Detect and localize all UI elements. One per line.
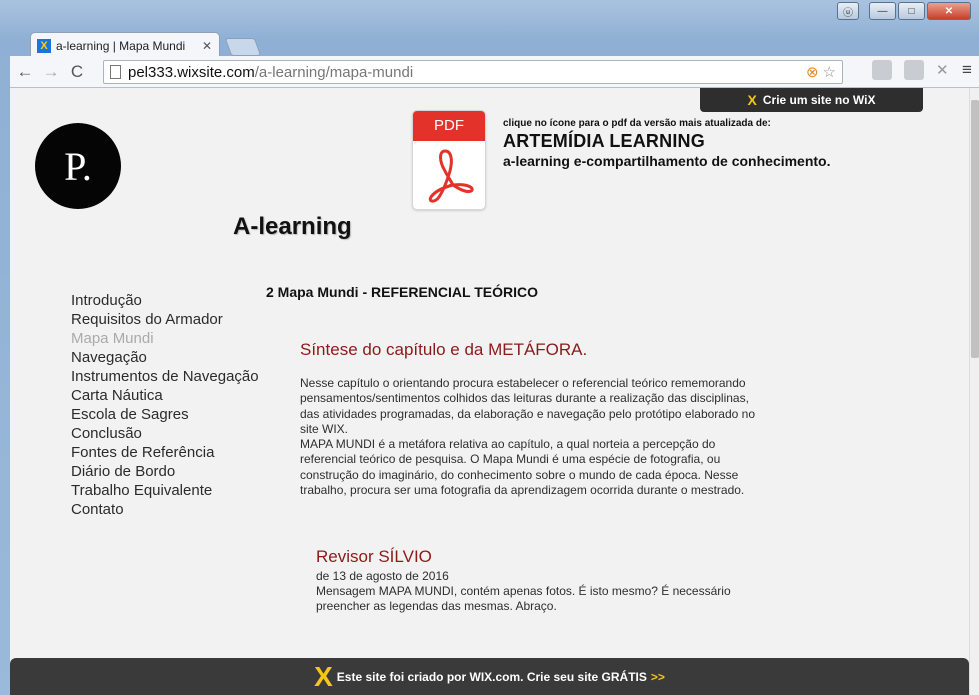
pdf-download-icon[interactable]: PDF — [412, 110, 486, 210]
url-host: pel333.wixsite.com — [128, 63, 255, 81]
url-path: /a-learning/mapa-mundi — [254, 63, 414, 81]
site-logo[interactable]: P. — [35, 123, 121, 209]
nav-item-fontes[interactable]: Fontes de Referência — [71, 443, 259, 462]
back-button[interactable]: ← — [14, 61, 36, 83]
wix-x-icon: X — [747, 92, 757, 108]
body-line: pensamentos/sentimentos colhidos das lei… — [300, 391, 749, 406]
page-scrollbar[interactable] — [969, 88, 979, 695]
body-paragraph: Nesse capítulo o orientando procura esta… — [300, 376, 832, 498]
address-bar[interactable]: pel333.wixsite.com/a-learning/mapa-mundi… — [103, 60, 843, 84]
nav-item-contato[interactable]: Contato — [71, 500, 259, 519]
brand-title: ARTEMÍDIA LEARNING — [503, 131, 705, 151]
tab-close-icon[interactable]: ✕ — [201, 39, 213, 53]
wix-create-site-badge[interactable]: X Crie um site no WiX — [700, 88, 923, 112]
browser-toolbar: ← → C pel333.wixsite.com/a-learning/mapa… — [10, 56, 979, 88]
tab-a-learning[interactable]: X a-learning | Mapa Mundi ✕ — [30, 32, 220, 58]
close-window-button[interactable]: ✕ — [927, 2, 971, 20]
tab-strip: X a-learning | Mapa Mundi ✕ — [10, 28, 910, 58]
forward-button[interactable]: → — [40, 61, 62, 83]
comment-body: Mensagem MAPA MUNDI, contém apenas fotos… — [316, 584, 796, 615]
site-nav: Introdução Requisitos do Armador Mapa Mu… — [71, 291, 259, 519]
extensions-area: ✕ ≡ — [872, 60, 972, 80]
wix-badge-label: Crie um site no WiX — [762, 93, 876, 107]
pdf-caption: clique no ícone para o pdf da versão mai… — [503, 118, 771, 129]
wix-footer-arrows: >> — [650, 669, 665, 684]
nav-item-escola-sagres[interactable]: Escola de Sagres — [71, 405, 259, 424]
nav-item-instrumentos[interactable]: Instrumentos de Navegação — [71, 367, 259, 386]
cookie-blocked-icon[interactable]: ⊗ — [806, 63, 819, 81]
nav-item-carta-nautica[interactable]: Carta Náutica — [71, 386, 259, 405]
comment-line: Mensagem MAPA MUNDI, contém apenas fotos… — [316, 584, 731, 598]
window-controls: ⓤ — □ ✕ — [837, 2, 971, 20]
wix-footer-banner[interactable]: X Este site foi criado por WIX.com. Crie… — [10, 658, 969, 695]
body-line: MAPA MUNDI é a metáfora relativa ao capí… — [300, 437, 716, 452]
scrollbar-thumb[interactable] — [971, 100, 979, 358]
body-line: site WIX. — [300, 421, 349, 436]
nav-item-conclusao[interactable]: Conclusão — [71, 424, 259, 443]
body-line: trabalho, procura ser uma fotografia da … — [300, 483, 745, 498]
comment-line: preencher as legendas das mesmas. Abraço… — [316, 599, 557, 614]
extension-icon[interactable] — [872, 60, 892, 80]
omnibox-icons: ⊗ ☆ — [806, 63, 836, 81]
site-title: A-learning — [233, 213, 352, 240]
maximize-button[interactable]: □ — [898, 2, 925, 20]
new-tab-button[interactable] — [224, 38, 262, 56]
star-icon[interactable]: ☆ — [823, 63, 836, 81]
tab-title: a-learning | Mapa Mundi — [56, 38, 186, 53]
menu-icon[interactable]: ≡ — [962, 60, 972, 80]
body-line: das atividades programadas, da elaboraçã… — [300, 406, 755, 421]
extension-icon[interactable] — [904, 60, 924, 80]
comment-date: de 13 de agosto de 2016 — [316, 569, 449, 583]
nav-item-introducao[interactable]: Introdução — [71, 291, 259, 310]
user-profile-button[interactable]: ⓤ — [837, 2, 859, 20]
nav-item-diario[interactable]: Diário de Bordo — [71, 462, 259, 481]
wix-footer-text: Este site foi criado por WIX.com. Crie s… — [336, 669, 647, 684]
comment-author: Revisor SÍLVIO — [316, 547, 432, 566]
body-line: referencial teórico de pesquisa. O Mapa … — [300, 452, 721, 467]
acrobat-icon — [428, 149, 474, 203]
brand-subtitle: a-learning e-compartilhamento de conheci… — [503, 153, 831, 169]
x-extension-icon[interactable]: ✕ — [936, 61, 950, 79]
nav-item-navegacao[interactable]: Navegação — [71, 348, 259, 367]
minimize-button[interactable]: — — [869, 2, 896, 20]
body-line: Nesse capítulo o orientando procura esta… — [300, 376, 746, 390]
body-line: construção do imaginário, do conheciment… — [300, 467, 739, 482]
pdf-label: PDF — [413, 111, 485, 141]
page-viewport: X Crie um site no WiX P. PDF clique no í… — [10, 88, 969, 695]
nav-item-trabalho[interactable]: Trabalho Equivalente — [71, 481, 259, 500]
wix-favicon-icon: X — [37, 38, 51, 53]
reload-button[interactable]: C — [66, 61, 88, 83]
nav-item-mapa-mundi[interactable]: Mapa Mundi — [71, 329, 259, 348]
wix-logo-icon: X — [314, 660, 333, 692]
synthesis-heading: Síntese do capítulo e da METÁFORA. — [300, 340, 588, 359]
nav-item-requisitos[interactable]: Requisitos do Armador — [71, 310, 259, 329]
page-icon — [110, 65, 121, 79]
section-heading: 2 Mapa Mundi - REFERENCIAL TEÓRICO — [266, 284, 538, 300]
